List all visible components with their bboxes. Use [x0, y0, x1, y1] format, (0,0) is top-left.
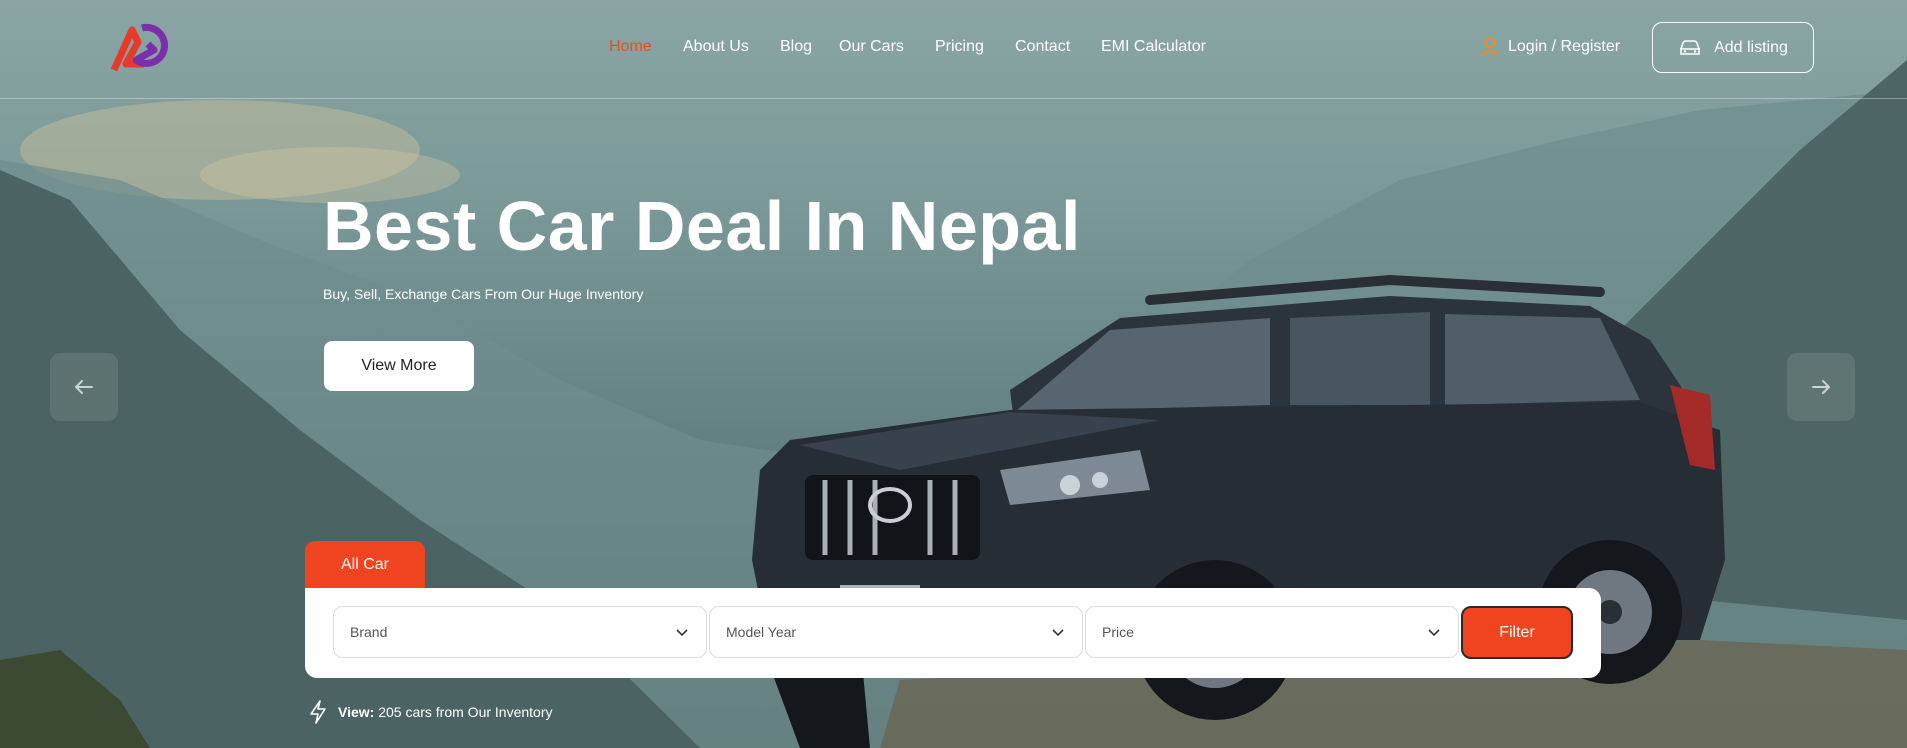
nav-emi-calculator[interactable]: EMI Calculator	[1101, 38, 1206, 56]
nav-blog[interactable]: Blog	[780, 38, 812, 56]
tab-all-car[interactable]: All Car	[305, 541, 425, 589]
nav-about-us[interactable]: About Us	[683, 38, 749, 56]
price-select[interactable]: Price	[1085, 606, 1459, 658]
nav-our-cars[interactable]: Our Cars	[839, 38, 904, 56]
add-listing-button[interactable]: Add listing	[1652, 22, 1814, 73]
login-register-label: Login / Register	[1508, 38, 1621, 55]
logo[interactable]	[110, 20, 172, 72]
slider-next-button[interactable]	[1787, 353, 1855, 421]
add-listing-label: Add listing	[1714, 38, 1788, 56]
search-panel: Brand Model Year Price Filter	[305, 588, 1601, 678]
slider-prev-button[interactable]	[50, 353, 118, 421]
hero-subtitle: Buy, Sell, Exchange Cars From Our Huge I…	[323, 286, 644, 302]
nav-pricing[interactable]: Pricing	[935, 38, 984, 56]
model-year-select[interactable]: Model Year	[709, 606, 1083, 658]
inventory-prefix: View:	[338, 704, 375, 720]
login-register-link[interactable]: Login / Register	[1480, 37, 1620, 57]
chevron-down-icon	[676, 629, 688, 637]
nav-home[interactable]: Home	[609, 38, 652, 56]
brand-select[interactable]: Brand	[333, 606, 707, 658]
chevron-down-icon	[1428, 629, 1440, 637]
price-select-value: Price	[1102, 624, 1134, 640]
brand-select-value: Brand	[350, 624, 388, 640]
hero-title: Best Car Deal In Nepal	[323, 187, 1081, 265]
lightning-icon	[310, 700, 326, 724]
nav-contact[interactable]: Contact	[1015, 38, 1070, 56]
arrow-left-icon	[75, 380, 93, 394]
site-header: Home About Us Blog Our Cars Pricing Cont…	[0, 0, 1907, 99]
inventory-text: 205 cars from Our Inventory	[378, 704, 553, 720]
view-more-button[interactable]: View More	[324, 341, 474, 391]
user-icon	[1481, 37, 1499, 57]
arrow-right-icon	[1812, 380, 1830, 394]
model-year-select-value: Model Year	[726, 624, 797, 640]
chevron-down-icon	[1052, 629, 1064, 637]
car-icon	[1680, 39, 1701, 55]
inventory-count: View: 205 cars from Our Inventory	[308, 700, 553, 724]
filter-button[interactable]: Filter	[1461, 606, 1573, 659]
